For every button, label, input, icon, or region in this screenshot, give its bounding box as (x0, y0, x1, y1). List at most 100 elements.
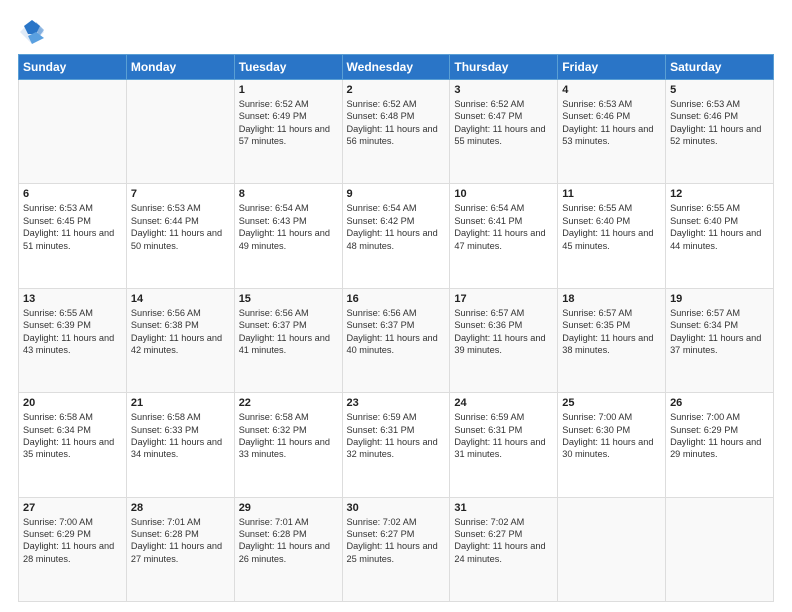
weekday-header-wednesday: Wednesday (342, 55, 450, 80)
cell-info: Sunrise: 6:58 AM Sunset: 6:32 PM Dayligh… (239, 411, 338, 461)
calendar-cell: 8 Sunrise: 6:54 AM Sunset: 6:43 PM Daylig… (234, 184, 342, 288)
cell-info: Sunrise: 6:57 AM Sunset: 6:35 PM Dayligh… (562, 307, 661, 357)
logo-icon (18, 18, 46, 46)
cell-info: Sunrise: 6:55 AM Sunset: 6:39 PM Dayligh… (23, 307, 122, 357)
calendar-cell (666, 497, 774, 601)
cell-info: Sunrise: 7:01 AM Sunset: 6:28 PM Dayligh… (239, 516, 338, 566)
calendar-cell: 25 Sunrise: 7:00 AM Sunset: 6:30 PM Dayli… (558, 393, 666, 497)
calendar-cell: 9Sunrise: 6:54 AM Sunset: 6:42 PM Daylig… (342, 184, 450, 288)
cell-info: Sunrise: 7:01 AM Sunset: 6:28 PM Dayligh… (131, 516, 230, 566)
cell-info: Sunrise: 6:55 AM Sunset: 6:40 PM Dayligh… (670, 202, 769, 252)
cell-info: Sunrise: 6:55 AM Sunset: 6:40 PM Dayligh… (562, 202, 661, 252)
day-number: 23 (347, 397, 446, 409)
cell-info: Sunrise: 6:53 AM Sunset: 6:45 PM Dayligh… (23, 202, 122, 252)
cell-info: Sunrise: 6:52 AM Sunset: 6:49 PM Dayligh… (239, 98, 338, 148)
day-number: 16 (347, 293, 446, 305)
weekday-header-sunday: Sunday (19, 55, 127, 80)
weekday-header-row: SundayMondayTuesdayWednesdayThursdayFrid… (19, 55, 774, 80)
logo (18, 18, 50, 46)
calendar-week-row: 6 Sunrise: 6:53 AM Sunset: 6:45 PM Daylig… (19, 184, 774, 288)
cell-info: Sunrise: 7:02 AM Sunset: 6:27 PM Dayligh… (454, 516, 553, 566)
calendar-cell (19, 80, 127, 184)
cell-info: Sunrise: 6:57 AM Sunset: 6:34 PM Dayligh… (670, 307, 769, 357)
calendar-cell: 4 Sunrise: 6:53 AM Sunset: 6:46 PM Daylig… (558, 80, 666, 184)
day-number: 24 (454, 397, 553, 409)
day-number: 30 (347, 502, 446, 514)
cell-info: Sunrise: 6:54 AM Sunset: 6:42 PM Dayligh… (347, 202, 446, 252)
calendar-cell (126, 80, 234, 184)
cell-info: Sunrise: 6:56 AM Sunset: 6:38 PM Dayligh… (131, 307, 230, 357)
day-number: 22 (239, 397, 338, 409)
calendar-cell: 21 Sunrise: 6:58 AM Sunset: 6:33 PM Dayli… (126, 393, 234, 497)
page: SundayMondayTuesdayWednesdayThursdayFrid… (0, 0, 792, 612)
cell-info: Sunrise: 6:54 AM Sunset: 6:43 PM Dayligh… (239, 202, 338, 252)
calendar-cell: 24 Sunrise: 6:59 AM Sunset: 6:31 PM Dayli… (450, 393, 558, 497)
calendar-cell: 29 Sunrise: 7:01 AM Sunset: 6:28 PM Dayli… (234, 497, 342, 601)
day-number: 3 (454, 84, 553, 96)
calendar-week-row: 27 Sunrise: 7:00 AM Sunset: 6:29 PM Dayli… (19, 497, 774, 601)
cell-info: Sunrise: 6:58 AM Sunset: 6:33 PM Dayligh… (131, 411, 230, 461)
day-number: 14 (131, 293, 230, 305)
day-number: 29 (239, 502, 338, 514)
calendar-cell: 13 Sunrise: 6:55 AM Sunset: 6:39 PM Dayli… (19, 288, 127, 392)
weekday-header-friday: Friday (558, 55, 666, 80)
day-number: 18 (562, 293, 661, 305)
day-number: 27 (23, 502, 122, 514)
calendar-cell: 22 Sunrise: 6:58 AM Sunset: 6:32 PM Dayli… (234, 393, 342, 497)
calendar-cell: 18 Sunrise: 6:57 AM Sunset: 6:35 PM Dayli… (558, 288, 666, 392)
calendar-cell: 26 Sunrise: 7:00 AM Sunset: 6:29 PM Dayli… (666, 393, 774, 497)
calendar-cell: 10 Sunrise: 6:54 AM Sunset: 6:41 PM Dayli… (450, 184, 558, 288)
calendar-cell: 2 Sunrise: 6:52 AM Sunset: 6:48 PM Daylig… (342, 80, 450, 184)
day-number: 10 (454, 188, 553, 200)
cell-info: Sunrise: 6:56 AM Sunset: 6:37 PM Dayligh… (347, 307, 446, 357)
cell-info: Sunrise: 6:53 AM Sunset: 6:46 PM Dayligh… (670, 98, 769, 148)
calendar-cell: 14 Sunrise: 6:56 AM Sunset: 6:38 PM Dayli… (126, 288, 234, 392)
day-number: 2 (347, 84, 446, 96)
cell-info: Sunrise: 6:52 AM Sunset: 6:48 PM Dayligh… (347, 98, 446, 148)
cell-info: Sunrise: 6:53 AM Sunset: 6:44 PM Dayligh… (131, 202, 230, 252)
calendar-cell: 19 Sunrise: 6:57 AM Sunset: 6:34 PM Dayli… (666, 288, 774, 392)
cell-info: Sunrise: 7:00 AM Sunset: 6:29 PM Dayligh… (23, 516, 122, 566)
calendar-cell: 12 Sunrise: 6:55 AM Sunset: 6:40 PM Dayli… (666, 184, 774, 288)
day-number: 28 (131, 502, 230, 514)
calendar-cell: 1 Sunrise: 6:52 AM Sunset: 6:49 PM Daylig… (234, 80, 342, 184)
calendar-cell: 15 Sunrise: 6:56 AM Sunset: 6:37 PM Dayli… (234, 288, 342, 392)
day-number: 21 (131, 397, 230, 409)
calendar-week-row: 20Sunrise: 6:58 AM Sunset: 6:34 PM Dayli… (19, 393, 774, 497)
cell-info: Sunrise: 7:00 AM Sunset: 6:29 PM Dayligh… (670, 411, 769, 461)
calendar-cell: 7 Sunrise: 6:53 AM Sunset: 6:44 PM Daylig… (126, 184, 234, 288)
day-number: 19 (670, 293, 769, 305)
day-number: 26 (670, 397, 769, 409)
cell-info: Sunrise: 6:56 AM Sunset: 6:37 PM Dayligh… (239, 307, 338, 357)
day-number: 6 (23, 188, 122, 200)
day-number: 7 (131, 188, 230, 200)
day-number: 17 (454, 293, 553, 305)
day-number: 1 (239, 84, 338, 96)
day-number: 15 (239, 293, 338, 305)
cell-info: Sunrise: 6:53 AM Sunset: 6:46 PM Dayligh… (562, 98, 661, 148)
day-number: 31 (454, 502, 553, 514)
calendar-cell: 16 Sunrise: 6:56 AM Sunset: 6:37 PM Dayli… (342, 288, 450, 392)
cell-info: Sunrise: 6:58 AM Sunset: 6:34 PM Dayligh… (23, 411, 122, 461)
day-number: 12 (670, 188, 769, 200)
calendar-cell: 17Sunrise: 6:57 AM Sunset: 6:36 PM Dayli… (450, 288, 558, 392)
weekday-header-tuesday: Tuesday (234, 55, 342, 80)
calendar-cell: 5Sunrise: 6:53 AM Sunset: 6:46 PM Daylig… (666, 80, 774, 184)
day-number: 4 (562, 84, 661, 96)
calendar-cell: 28 Sunrise: 7:01 AM Sunset: 6:28 PM Dayli… (126, 497, 234, 601)
cell-info: Sunrise: 7:00 AM Sunset: 6:30 PM Dayligh… (562, 411, 661, 461)
cell-info: Sunrise: 6:59 AM Sunset: 6:31 PM Dayligh… (454, 411, 553, 461)
calendar-cell: 6 Sunrise: 6:53 AM Sunset: 6:45 PM Daylig… (19, 184, 127, 288)
day-number: 11 (562, 188, 661, 200)
weekday-header-thursday: Thursday (450, 55, 558, 80)
calendar-cell (558, 497, 666, 601)
calendar-cell: 3 Sunrise: 6:52 AM Sunset: 6:47 PM Daylig… (450, 80, 558, 184)
weekday-header-saturday: Saturday (666, 55, 774, 80)
weekday-header-monday: Monday (126, 55, 234, 80)
cell-info: Sunrise: 6:52 AM Sunset: 6:47 PM Dayligh… (454, 98, 553, 148)
day-number: 25 (562, 397, 661, 409)
calendar-cell: 20Sunrise: 6:58 AM Sunset: 6:34 PM Dayli… (19, 393, 127, 497)
day-number: 8 (239, 188, 338, 200)
day-number: 13 (23, 293, 122, 305)
cell-info: Sunrise: 6:54 AM Sunset: 6:41 PM Dayligh… (454, 202, 553, 252)
